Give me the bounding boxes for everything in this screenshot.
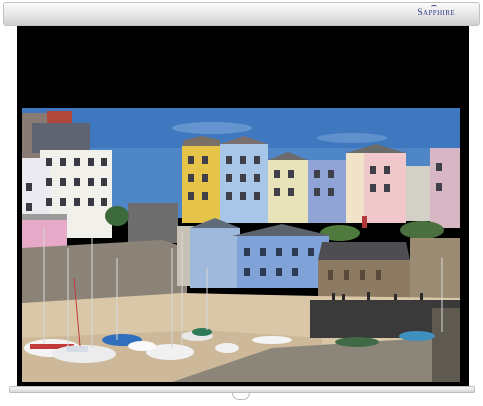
harbour-scene	[22, 108, 460, 382]
projected-image	[22, 108, 460, 382]
screen-casing: Sapphire	[3, 2, 480, 26]
brand-logo: Sapphire	[417, 8, 455, 18]
pull-ring-icon[interactable]	[232, 393, 250, 400]
screen-bottom-bar	[9, 386, 475, 393]
